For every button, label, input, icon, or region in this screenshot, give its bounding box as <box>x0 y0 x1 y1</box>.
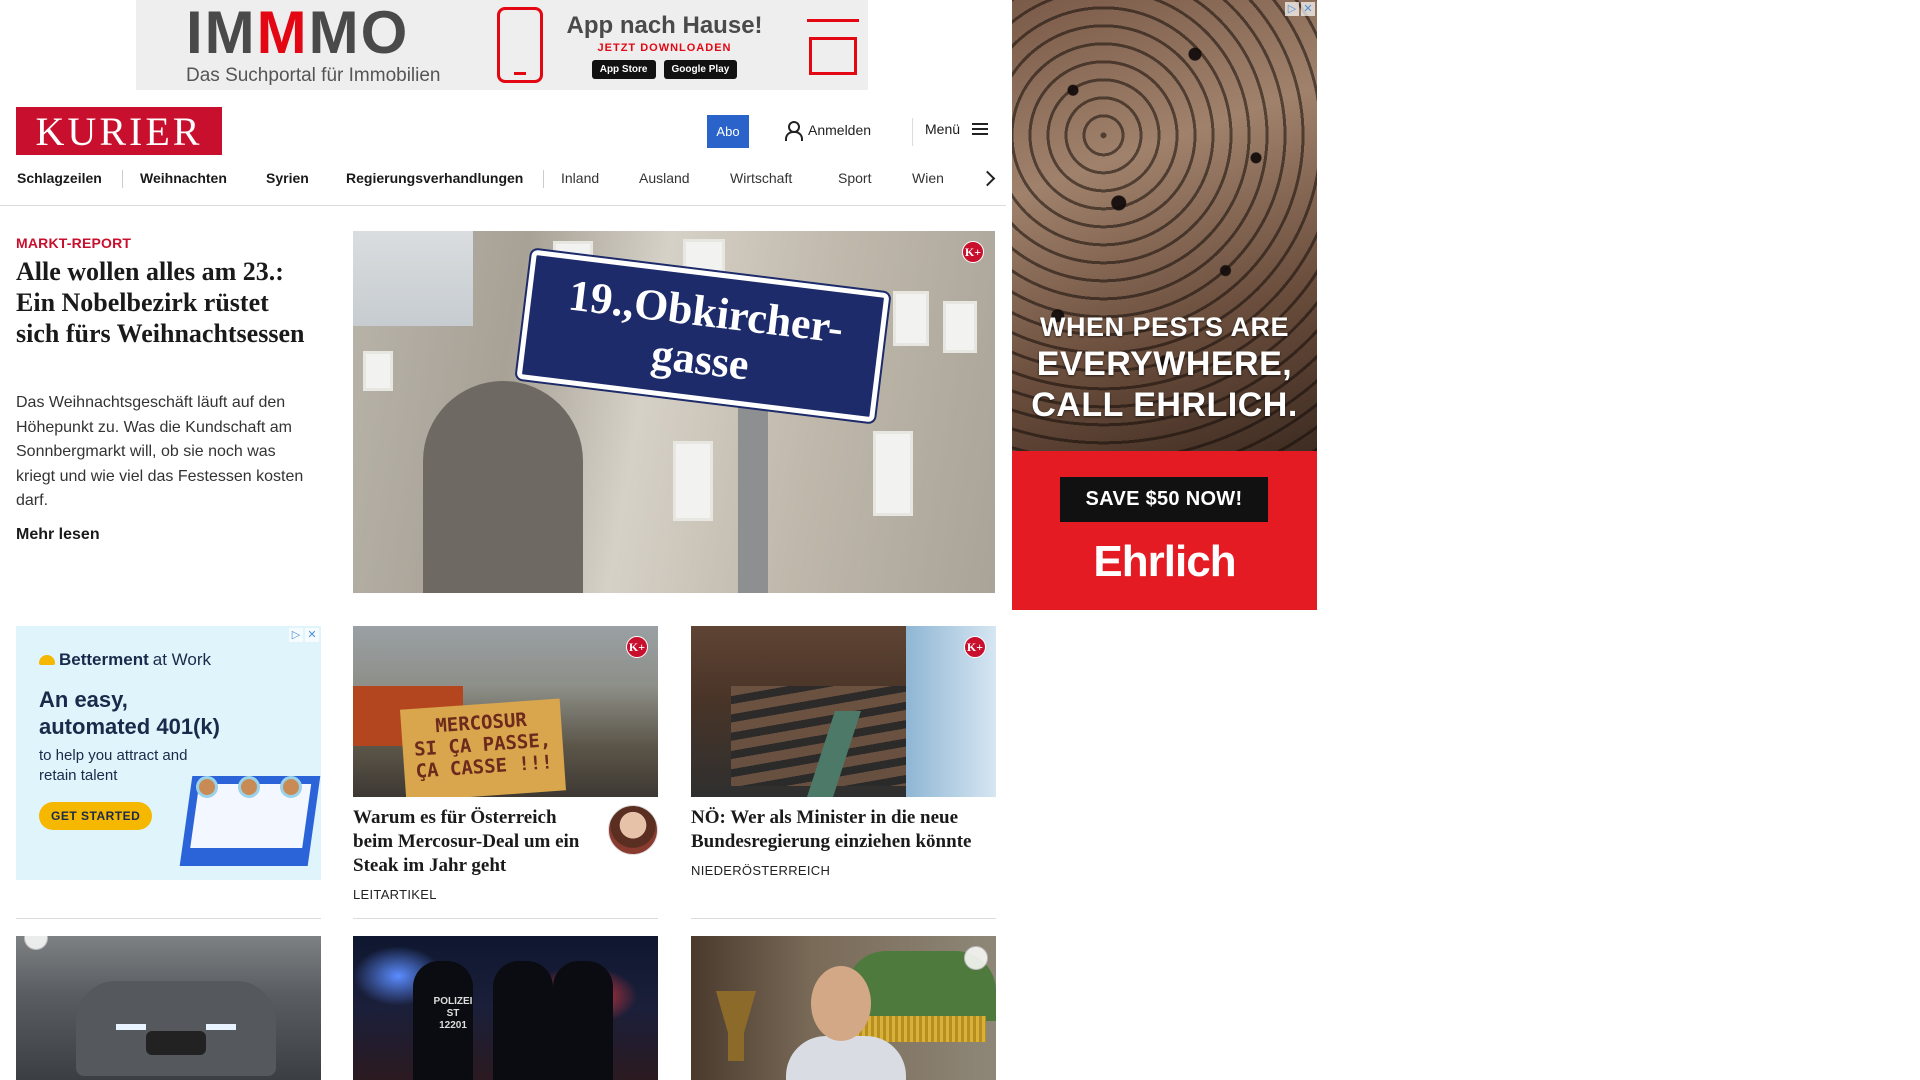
card-category[interactable]: LEITARTIKEL <box>353 887 437 902</box>
menu-button[interactable]: Menü <box>925 121 989 137</box>
row-divider <box>691 918 996 919</box>
hamburger-icon <box>972 123 989 135</box>
get-started-button[interactable]: GET STARTED <box>39 802 153 830</box>
avatar <box>280 776 302 798</box>
chevron-right-icon[interactable] <box>977 167 1001 191</box>
card-category[interactable]: NIEDERÖSTERREICH <box>691 863 830 878</box>
user-icon <box>784 121 803 141</box>
close-icon[interactable]: ✕ <box>1301 2 1315 16</box>
row-divider <box>353 918 658 919</box>
adchoices-icon[interactable]: ▷ <box>1285 2 1299 16</box>
play-icon <box>24 936 48 950</box>
kurier-plus-badge: K+ <box>964 636 986 658</box>
avatar <box>238 776 260 798</box>
nav-item-inland[interactable]: Inland <box>561 170 599 186</box>
section-nav: Schlagzeilen Weihnachten Syrien Regierun… <box>0 168 1006 206</box>
lead-kicker: MARKT-REPORT <box>16 235 132 251</box>
immmo-tagline: Das Suchportal für Immobilien <box>186 65 441 86</box>
app-store-badge[interactable]: App Store <box>591 59 656 79</box>
nav-item-ausland[interactable]: Ausland <box>639 170 690 186</box>
nav-item-wirtschaft[interactable]: Wirtschaft <box>730 170 792 186</box>
nav-item-regierungsverhandlungen[interactable]: Regierungsverhandlungen <box>346 170 523 186</box>
ehrlich-logo: Ehrlich <box>1093 537 1236 586</box>
card-headline[interactable]: Warum es für Österreich beim Mercosur-De… <box>353 806 588 878</box>
mercosur-image[interactable]: MERCOSUR SI ÇA PASSE, ÇA CASSE !!! K+ <box>353 626 658 797</box>
immmo-logo: IMMMO Das Suchportal für Immobilien <box>186 3 441 87</box>
adchoices-icon[interactable]: ▷ <box>289 628 303 642</box>
phone-icon <box>496 7 543 83</box>
nav-item-schlagzeilen[interactable]: Schlagzeilen <box>17 170 102 186</box>
app-promo: App nach Hause! JETZT DOWNLOADEN App Sto… <box>567 12 763 79</box>
betterment-brand: Betterment at Work <box>39 650 211 670</box>
kurier-plus-badge: K+ <box>626 636 648 658</box>
nav-item-wien[interactable]: Wien <box>912 170 944 186</box>
author-avatar <box>608 805 658 855</box>
google-play-badge[interactable]: Google Play <box>663 59 738 79</box>
betterment-headline: An easy, automated 401(k) <box>39 687 220 739</box>
portrait-image[interactable] <box>691 936 996 1080</box>
immmo-wordmark: IMMMO <box>186 0 410 66</box>
nav-item-weihnachten[interactable]: Weihnachten <box>140 170 227 186</box>
immmo-banner-ad[interactable]: IMMMO Das Suchportal für Immobilien App … <box>136 0 868 90</box>
close-icon[interactable]: ✕ <box>305 628 319 642</box>
betterment-subline: to help you attract and retain talent <box>39 747 188 784</box>
header-divider <box>912 118 913 146</box>
kurier-plus-badge: K+ <box>962 241 984 263</box>
menu-label: Menü <box>925 121 961 137</box>
podcast-icon <box>964 946 988 970</box>
login-link[interactable]: Anmelden <box>784 121 872 141</box>
app-cta: JETZT DOWNLOADEN <box>597 41 732 54</box>
kurier-logo[interactable]: KURIER <box>16 107 222 155</box>
protest-sign: MERCOSUR SI ÇA PASSE, ÇA CASSE !!! <box>399 698 567 797</box>
lead-image[interactable]: 19.,Obkircher- gasse K+ <box>353 231 995 593</box>
read-more-link[interactable]: Mehr lesen <box>16 526 100 544</box>
street-sign: 19.,Obkircher- gasse <box>516 249 890 423</box>
abo-button[interactable]: Abo <box>707 115 749 148</box>
bmw-image[interactable] <box>16 936 321 1080</box>
nav-item-syrien[interactable]: Syrien <box>266 170 309 186</box>
betterment-ad[interactable]: ▷ ✕ Betterment at Work An easy, automate… <box>16 626 321 880</box>
avatar <box>196 776 218 798</box>
app-headline: App nach Hause! <box>566 11 763 39</box>
row-divider <box>16 918 321 919</box>
nav-item-sport[interactable]: Sport <box>838 170 871 186</box>
login-label: Anmelden <box>808 122 872 138</box>
betterment-logo-icon <box>39 655 55 665</box>
card-headline[interactable]: NÖ: Wer als Minister in die neue Bundesr… <box>691 806 1001 854</box>
lead-teaser: Das Weihnachtsgeschäft läuft auf den Höh… <box>16 394 304 509</box>
save-50-button[interactable]: SAVE $50 NOW! <box>1060 477 1268 522</box>
ehrlich-headline: WHEN PESTS ARE EVERYWHERE, CALL EHRLICH. <box>1031 312 1298 424</box>
house-icon <box>803 15 863 75</box>
lead-headline[interactable]: Alle wollen alles am 23.: Ein Nobelbezir… <box>16 256 316 349</box>
police-vest-label: POLIZEI ST 12201 <box>433 996 473 1031</box>
parliament-image[interactable]: K+ <box>691 626 996 797</box>
ehrlich-ad[interactable]: ▷ ✕ WHEN PESTS ARE EVERYWHERE, CALL EHRL… <box>1012 0 1317 610</box>
nav-divider <box>543 170 544 188</box>
police-image[interactable]: POLIZEI ST 12201 <box>353 936 658 1080</box>
nav-divider <box>122 170 123 188</box>
